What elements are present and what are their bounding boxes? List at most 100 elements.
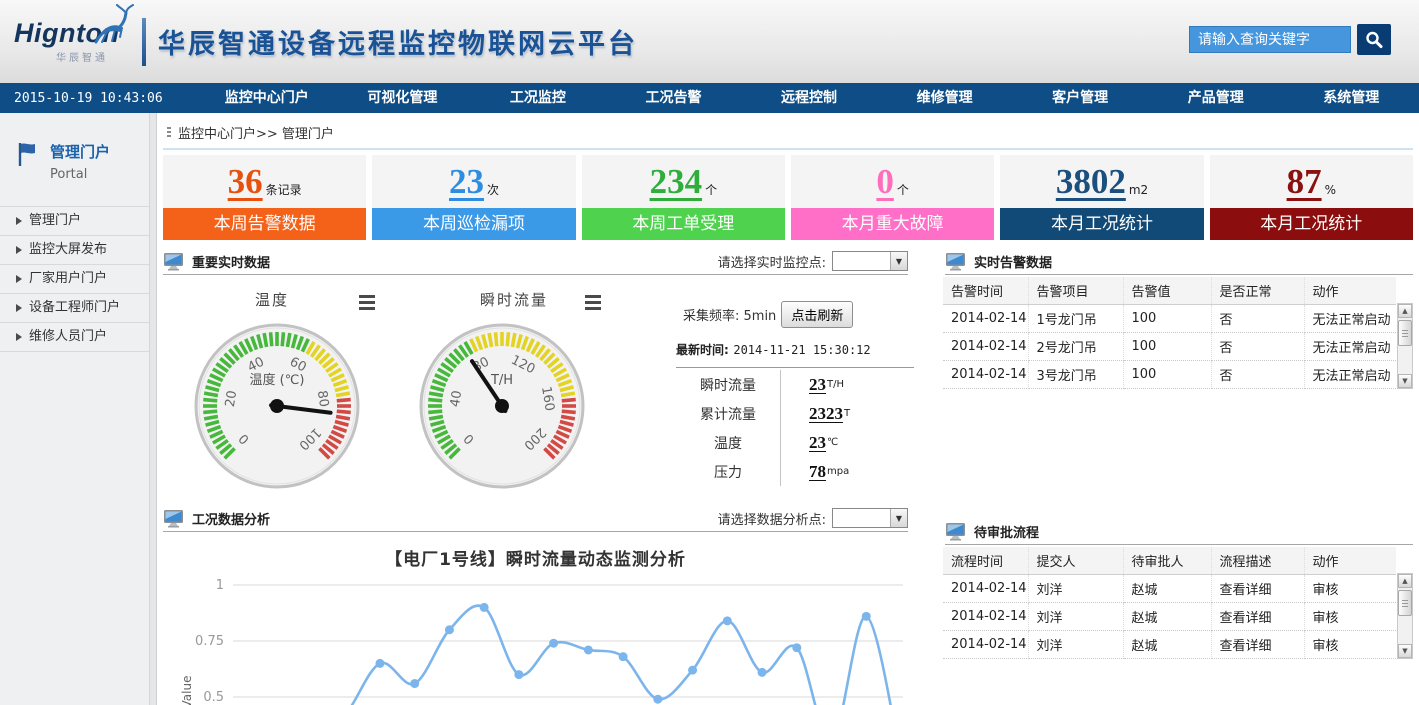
sidebar-item-1[interactable]: 管理门户 [0, 206, 149, 235]
table-cell: 无法正常启动 [1304, 333, 1396, 361]
readout-label: 累计流量 [676, 404, 780, 424]
sidebar-item-3[interactable]: 厂家用户门户 [0, 264, 149, 293]
refresh-button[interactable]: 点击刷新 [781, 301, 853, 328]
svg-text:Value: Value [180, 676, 194, 705]
scrollbar-thumb[interactable] [1398, 320, 1412, 346]
readout-value: 2323 [809, 404, 843, 424]
latest-time-label: 最新时间: [676, 343, 729, 357]
stat-card-2: 23次本周巡检漏项 [372, 155, 575, 240]
nav-item-4[interactable]: 工况告警 [606, 83, 742, 113]
breadcrumb: 监控中心门户>> 管理门户 [163, 113, 1413, 150]
nav-item-8[interactable]: 产品管理 [1148, 83, 1284, 113]
stat-card-4: 0个本月重大故障 [791, 155, 994, 240]
stat-value[interactable]: 0 [876, 164, 894, 199]
chevron-down-icon: ▼ [890, 509, 907, 527]
search-input[interactable] [1189, 26, 1351, 53]
arrow-right-icon [16, 333, 22, 341]
svg-text:0.5: 0.5 [203, 690, 224, 705]
readout-row-1: 瞬时流量23T/H [676, 370, 914, 399]
gauge-menu-icon[interactable] [585, 295, 601, 313]
scroll-down-icon[interactable]: ▼ [1398, 374, 1412, 388]
scrollbar-thumb[interactable] [1398, 590, 1412, 616]
arrow-right-icon [16, 275, 22, 283]
logo: Hignton 华辰智通 [14, 20, 132, 64]
table-cell: 刘洋 [1028, 575, 1123, 603]
flow-gauge: 04080120160200T/H [417, 321, 587, 491]
nav-bar: 2015-10-19 10:43:06 监控中心门户可视化管理工况监控工况告警远… [0, 83, 1419, 113]
table-row: 2014-02-14刘洋赵城查看详细审核 [943, 631, 1396, 659]
table-cell: 100 [1123, 305, 1211, 333]
arrow-right-icon [16, 246, 22, 254]
logo-subtext: 华辰智通 [56, 49, 132, 64]
row-action[interactable]: 查看详细 [1211, 603, 1304, 631]
column-header: 告警值 [1123, 277, 1211, 305]
stat-card-3: 234个本周工单受理 [582, 155, 785, 240]
sidebar-item-4[interactable]: 设备工程师门户 [0, 293, 149, 322]
nav-item-3[interactable]: 工况监控 [470, 83, 606, 113]
readout-block: 最新时间: 2014-11-21 15:30:12 瞬时流量23T/H累计流量2… [676, 341, 914, 486]
flow-line-chart: 10.750.50.25Value [163, 570, 908, 705]
readout-unit: T [844, 408, 850, 419]
monitor-point-select[interactable]: ▼ [832, 251, 908, 271]
stat-unit: 次 [487, 181, 499, 198]
analysis-point-select[interactable]: ▼ [832, 508, 908, 528]
table-row: 2014-02-142号龙门吊100否无法正常启动 [943, 333, 1396, 361]
column-header: 动作 [1304, 547, 1396, 575]
portal-title: 管理门户 [50, 141, 110, 162]
svg-text:T/H: T/H [490, 373, 513, 388]
readout-unit: T/H [827, 379, 844, 390]
sidebar-item-2[interactable]: 监控大屏发布 [0, 235, 149, 264]
nav-item-6[interactable]: 维修管理 [877, 83, 1013, 113]
readout-unit: mpa [827, 466, 849, 477]
scroll-down-icon[interactable]: ▼ [1398, 644, 1412, 658]
table-scrollbar[interactable]: ▲▼ [1397, 573, 1413, 659]
column-header: 告警项目 [1028, 277, 1123, 305]
table-cell: 刘洋 [1028, 631, 1123, 659]
stat-unit: 个 [705, 181, 717, 198]
scroll-up-icon[interactable]: ▲ [1398, 304, 1412, 318]
column-header: 流程时间 [943, 547, 1028, 575]
table-cell: 无法正常启动 [1304, 305, 1396, 333]
stat-value[interactable]: 87 [1287, 164, 1322, 199]
sidebar-item-5[interactable]: 维修人员门户 [0, 322, 149, 351]
gauge-menu-icon[interactable] [359, 295, 375, 313]
search-bar [1189, 24, 1391, 55]
row-action[interactable]: 查看详细 [1211, 631, 1304, 659]
stat-value[interactable]: 23 [449, 164, 484, 199]
stat-value[interactable]: 3802 [1056, 164, 1126, 199]
nav-item-9[interactable]: 系统管理 [1284, 83, 1419, 113]
row-action[interactable]: 查看详细 [1211, 575, 1304, 603]
table-cell: 2014-02-14 [943, 603, 1028, 631]
table-cell: 100 [1123, 333, 1211, 361]
search-button[interactable] [1357, 24, 1391, 55]
stat-label: 本周巡检漏项 [372, 208, 575, 240]
breadcrumb-text: 监控中心门户>> 管理门户 [178, 123, 334, 142]
column-header: 流程描述 [1211, 547, 1304, 575]
stat-value[interactable]: 234 [650, 164, 703, 199]
row-action[interactable]: 审核 [1304, 575, 1396, 603]
table-scrollbar[interactable]: ▲▼ [1397, 303, 1413, 389]
stat-value[interactable]: 36 [228, 164, 263, 199]
app-header: Hignton 华辰智通 华辰智通设备远程监控物联网云平台 [0, 0, 1419, 83]
alarm-panel-title: 实时告警数据 [974, 252, 1052, 271]
arrow-right-icon [16, 304, 22, 312]
scroll-up-icon[interactable]: ▲ [1398, 574, 1412, 588]
table-cell: 否 [1211, 361, 1304, 389]
alarm-panel-header: 实时告警数据 [945, 248, 1413, 275]
table-cell: 1号龙门吊 [1028, 305, 1123, 333]
table-cell: 否 [1211, 305, 1304, 333]
monitor-icon [945, 252, 966, 271]
approval-panel-header: 待审批流程 [945, 518, 1413, 545]
row-action[interactable]: 审核 [1304, 603, 1396, 631]
frequency-label: 采集频率: 5min [683, 305, 776, 324]
readout-label: 温度 [676, 433, 780, 453]
nav-item-2[interactable]: 可视化管理 [335, 83, 471, 113]
sidebar: 管理门户 Portal 管理门户监控大屏发布厂家用户门户设备工程师门户维修人员门… [0, 113, 150, 705]
row-action[interactable]: 审核 [1304, 631, 1396, 659]
nav-item-7[interactable]: 客户管理 [1012, 83, 1148, 113]
flag-icon [16, 141, 40, 167]
stat-label: 本月工况统计 [1000, 208, 1203, 240]
table-cell: 3号龙门吊 [1028, 361, 1123, 389]
nav-item-1[interactable]: 监控中心门户 [199, 83, 335, 113]
nav-item-5[interactable]: 远程控制 [741, 83, 877, 113]
